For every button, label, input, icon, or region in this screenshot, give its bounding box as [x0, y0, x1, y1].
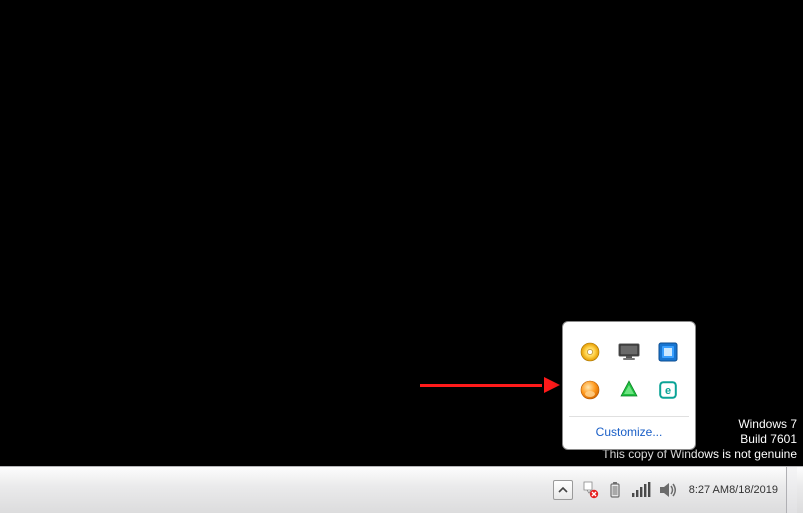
network-signal-icon[interactable] — [627, 467, 655, 513]
desktop[interactable]: Windows 7 Build 7601 This copy of Window… — [0, 0, 803, 466]
customize-link[interactable]: Customize... — [563, 417, 695, 449]
volume-icon[interactable] — [655, 467, 683, 513]
optical-disc-icon[interactable] — [578, 340, 602, 364]
battery-icon[interactable] — [603, 467, 627, 513]
glasswire-icon[interactable] — [617, 378, 641, 402]
show-hidden-icons-button[interactable] — [549, 467, 577, 513]
system-tray: 8:27 AM 8/18/2019 — [549, 467, 803, 513]
taskbar-clock[interactable]: 8:27 AM 8/18/2019 — [683, 467, 786, 513]
intel-graphics-icon[interactable] — [656, 340, 680, 364]
hidden-icons-flyout: e Customize... — [562, 321, 696, 450]
clock-time: 8:27 AM — [689, 484, 729, 497]
media-app-icon[interactable] — [578, 378, 602, 402]
svg-text:e: e — [665, 385, 671, 397]
taskbar: 8:27 AM 8/18/2019 — [0, 466, 803, 513]
action-center-icon[interactable] — [577, 467, 603, 513]
monitor-icon[interactable] — [617, 340, 641, 364]
show-desktop-button[interactable] — [786, 467, 797, 513]
clock-date: 8/18/2019 — [729, 484, 778, 497]
eset-icon[interactable]: e — [656, 378, 680, 402]
annotation-arrow — [420, 375, 560, 395]
